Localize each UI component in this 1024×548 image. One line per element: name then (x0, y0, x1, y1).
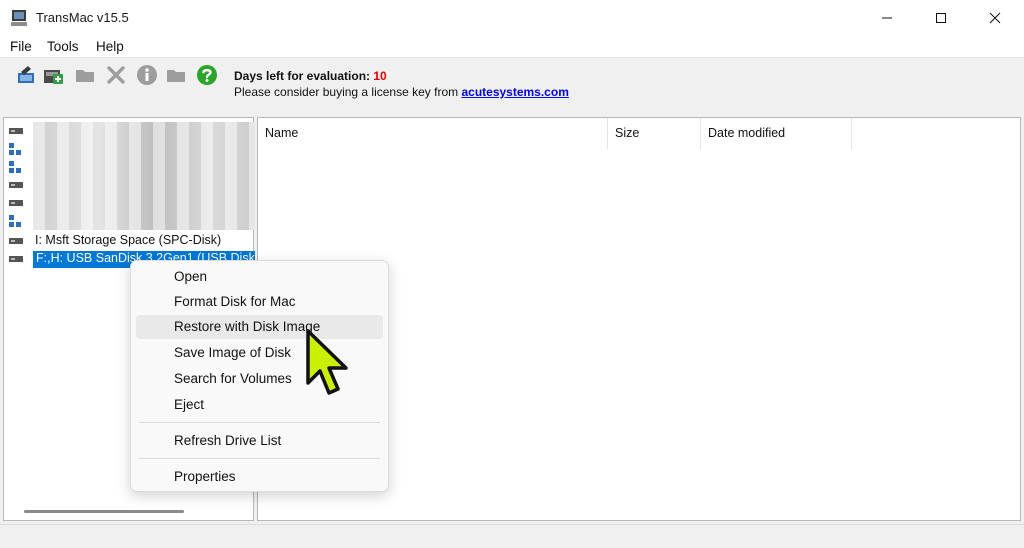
drive-icon (9, 200, 23, 206)
minimize-button[interactable] (864, 0, 910, 36)
tree-item-label: I: Msft Storage Space (SPC-Disk) (35, 233, 222, 247)
license-message: Please consider buying a license key fro… (234, 85, 569, 99)
storage-space-icon (9, 161, 21, 173)
menu-item-properties[interactable]: Properties (136, 465, 383, 489)
acutesystems-link[interactable]: acutesystems.com (461, 85, 568, 99)
column-header-name[interactable]: Name (258, 118, 608, 149)
column-header-size[interactable]: Size (608, 118, 701, 149)
redacted-drive-label (33, 176, 255, 194)
redacted-drive-label (33, 122, 255, 140)
maximize-icon (936, 13, 946, 23)
transmac-app-icon (11, 10, 27, 26)
menu-separator (139, 422, 380, 423)
maximize-button[interactable] (918, 0, 964, 36)
menu-item-format-disk-for-mac[interactable]: Format Disk for Mac (136, 290, 383, 314)
drive-icon (9, 128, 23, 134)
menu-bar: File Tools Help (0, 36, 1024, 58)
menu-file[interactable]: File (10, 39, 32, 54)
evaluation-days-value: 10 (373, 69, 387, 83)
close-button[interactable] (972, 0, 1018, 36)
tree-item[interactable] (9, 140, 255, 158)
open-disk-image-icon[interactable] (15, 64, 37, 86)
delete-icon[interactable] (105, 64, 127, 86)
folder-icon[interactable] (74, 64, 96, 86)
redacted-drive-label (33, 158, 255, 176)
minimize-icon (882, 17, 892, 19)
evaluation-notice: Days left for evaluation: 10 (234, 69, 387, 83)
tree-item[interactable] (9, 158, 255, 176)
menu-help[interactable]: Help (96, 39, 124, 54)
redacted-drive-label (33, 140, 255, 158)
mouse-cursor-icon (306, 329, 348, 395)
window-title: TransMac v15.5 (36, 10, 129, 25)
menu-tools[interactable]: Tools (47, 39, 79, 54)
tree-item-storage-space[interactable]: I: Msft Storage Space (SPC-Disk) (9, 232, 254, 250)
folder-icon[interactable] (165, 64, 187, 86)
tree-item[interactable] (9, 212, 255, 230)
title-bar: TransMac v15.5 (0, 0, 1024, 36)
horizontal-scrollbar[interactable] (24, 510, 184, 513)
drive-icon (9, 238, 23, 244)
redacted-drive-label (33, 212, 255, 230)
menu-separator (139, 458, 380, 459)
redacted-drive-label (33, 194, 255, 212)
tree-item[interactable] (9, 176, 255, 194)
status-bar (0, 524, 1024, 548)
menu-item-refresh-drive-list[interactable]: Refresh Drive List (136, 429, 383, 453)
tree-item[interactable] (9, 122, 255, 140)
help-icon[interactable] (196, 64, 218, 86)
license-message-text: Please consider buying a license key fro… (234, 85, 459, 99)
evaluation-days-label: Days left for evaluation: (234, 69, 371, 83)
tree-item[interactable] (9, 194, 255, 212)
drive-icon (9, 256, 23, 262)
add-disk-icon[interactable] (42, 64, 64, 86)
menu-item-open[interactable]: Open (136, 265, 383, 289)
drive-icon (9, 182, 23, 188)
storage-space-icon (9, 215, 21, 227)
storage-space-icon (9, 143, 21, 155)
close-icon (989, 12, 1001, 24)
column-header-date-modified[interactable]: Date modified (701, 118, 852, 149)
info-icon[interactable] (136, 64, 158, 86)
